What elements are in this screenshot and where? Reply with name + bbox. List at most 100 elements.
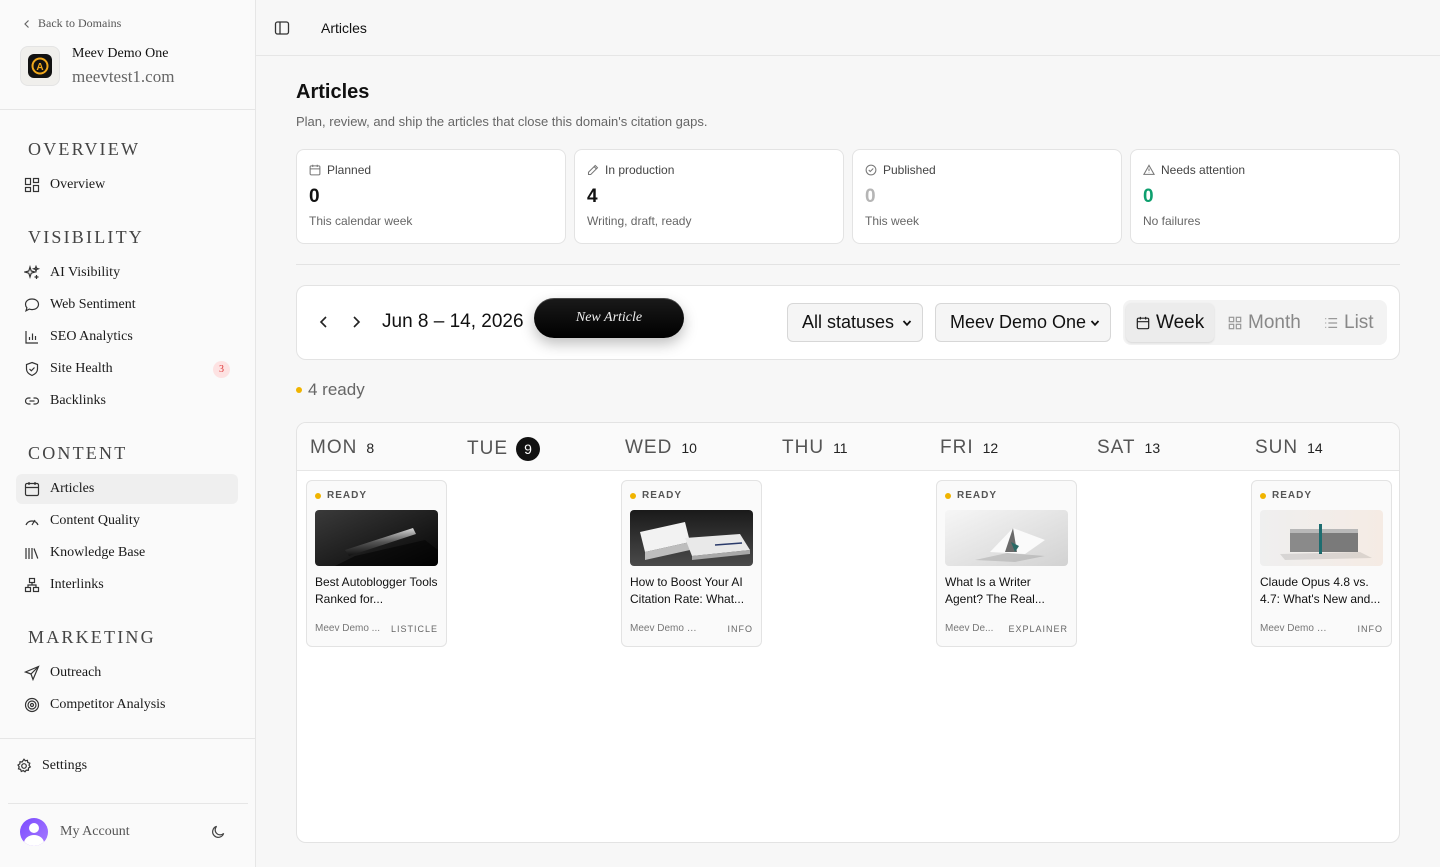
card-status: READY: [315, 490, 438, 501]
article-publisher: Meev Demo ...: [315, 623, 381, 634]
article-card[interactable]: READY Claude Opus 4.8 vs. 4.7: What's Ne…: [1251, 480, 1392, 647]
article-card[interactable]: READY What Is a Writer Agent? The Real..…: [936, 480, 1077, 647]
article-card[interactable]: READY How to Boost Your AI Citation Rate…: [621, 480, 762, 647]
gauge-icon: [25, 519, 39, 526]
chevron-down-icon: [1090, 319, 1100, 326]
stat-value: 0: [1143, 186, 1154, 207]
stat-value: 0: [865, 186, 876, 207]
stat-description: This calendar week: [309, 214, 413, 228]
new-article-button[interactable]: New Article: [534, 298, 684, 338]
stat-value: 4: [587, 186, 598, 207]
day-number-today: 9: [516, 437, 540, 461]
stat-card-planned: Planned 0 This calendar week: [296, 149, 566, 244]
dark-pen-image: [315, 510, 438, 566]
stat-description: This week: [865, 214, 920, 228]
paper-stack-image: [630, 510, 753, 566]
sidebar-item-backlinks[interactable]: Backlinks: [16, 386, 238, 416]
section-divider: [296, 264, 1400, 265]
article-thumbnail: [630, 510, 753, 566]
sidebar-item-overview[interactable]: Overview: [16, 170, 238, 200]
article-thumbnail: [945, 510, 1068, 566]
article-type: LISTICLE: [390, 623, 438, 634]
card-status-label: READY: [1272, 490, 1313, 501]
sidebar-item-label: Web Sentiment: [50, 297, 136, 312]
domain-filter-value: Meev Demo One: [950, 312, 1087, 332]
view-month-button[interactable]: Month: [1218, 303, 1311, 342]
day-number: 8: [366, 440, 375, 456]
article-title: What Is a Writer Agent? The Real...: [945, 575, 1045, 606]
day-header-tue: TUE 9: [467, 437, 540, 461]
my-account-button[interactable]: My Account: [20, 818, 130, 846]
moon-icon[interactable]: [211, 824, 226, 839]
link-icon: [24, 397, 40, 405]
day-header-thu: THU 11: [782, 437, 848, 459]
chevron-left-icon[interactable]: [316, 314, 332, 330]
article-card[interactable]: READY Best Autoblogger Tools Ranked for.…: [306, 480, 447, 647]
card-status: READY: [630, 490, 753, 501]
library-icon: [25, 548, 39, 559]
sidebar-item-label: Competitor Analysis: [50, 697, 166, 712]
sidebar-item-web-sentiment[interactable]: Web Sentiment: [16, 290, 238, 320]
status-dot: [1260, 492, 1266, 499]
sidebar-item-site-health[interactable]: Site Health 3: [16, 354, 238, 384]
sidebar-item-content-quality[interactable]: Content Quality: [16, 506, 238, 536]
topbar: Articles: [256, 0, 1440, 56]
day-number: 11: [833, 440, 848, 456]
view-list-button[interactable]: List: [1314, 303, 1384, 342]
page-title: Articles: [296, 81, 370, 103]
sidebar-item-label: Articles: [50, 481, 95, 496]
card-status-label: READY: [327, 490, 368, 501]
status-filter-select[interactable]: All statuses: [787, 303, 923, 342]
sidebar-item-knowledge-base[interactable]: Knowledge Base: [16, 538, 238, 568]
day-header-sat: SAT 13: [1097, 437, 1160, 459]
sidebar-item-competitor-analysis[interactable]: Competitor Analysis: [16, 690, 238, 720]
day-header-fri: FRI 12: [940, 437, 998, 459]
sidebar-item-settings[interactable]: Settings: [8, 751, 230, 781]
week-calendar: MON 8 TUE 9 WED 10 THU 11 FRI 12 SAT 13 …: [296, 422, 1400, 843]
shield-icon: [25, 361, 39, 377]
bar-chart-icon: [25, 331, 38, 344]
sidebar-toggle-icon[interactable]: [274, 20, 290, 36]
stat-label: Planned: [327, 163, 372, 177]
day-number: 14: [1307, 440, 1323, 456]
section-title-marketing: MARKETING: [28, 627, 156, 647]
article-publisher: Meev Demo One: [1260, 623, 1330, 634]
sidebar-item-label: SEO Analytics: [50, 329, 133, 344]
sidebar-item-interlinks[interactable]: Interlinks: [16, 570, 238, 600]
domain-card[interactable]: A Meev Demo One meevtest1.com: [20, 46, 174, 87]
stat-label: Published: [883, 163, 936, 177]
sidebar-item-label: AI Visibility: [50, 265, 121, 280]
calendar-icon: [309, 164, 321, 176]
sidebar-item-label: Content Quality: [50, 513, 140, 528]
sidebar-item-ai-visibility[interactable]: AI Visibility: [16, 258, 238, 288]
back-to-domains-link[interactable]: Back to Domains: [22, 16, 121, 31]
stat-card-published: Published 0 This week: [852, 149, 1122, 244]
date-range: Jun 8 – 14, 2026: [382, 311, 524, 332]
svg-text:A: A: [36, 62, 43, 73]
article-publisher: Meev Demo One: [630, 623, 700, 634]
page-subtitle: Plan, review, and ship the articles that…: [296, 114, 708, 129]
sidebar-item-outreach[interactable]: Outreach: [16, 658, 238, 688]
day-header-mon: MON 8: [310, 437, 374, 459]
network-icon: [24, 577, 40, 593]
sidebar-item-articles[interactable]: Articles: [16, 474, 238, 504]
domain-filter-select[interactable]: Meev Demo One: [935, 303, 1111, 342]
article-title: How to Boost Your AI Citation Rate: What…: [630, 575, 745, 606]
day-name: MON: [310, 437, 358, 458]
sidebar-divider: [8, 803, 248, 804]
grey-blocks-image: [1260, 510, 1383, 566]
view-week-button[interactable]: Week: [1126, 303, 1215, 342]
sidebar-divider: [0, 738, 255, 739]
article-title: Best Autoblogger Tools Ranked for...: [315, 575, 438, 606]
settings-label: Settings: [42, 758, 88, 773]
sidebar-item-label: Knowledge Base: [50, 545, 146, 560]
sidebar-item-seo-analytics[interactable]: SEO Analytics: [16, 322, 238, 352]
article-type: EXPLAINER: [1008, 623, 1068, 634]
ready-count-label: 4 ready: [308, 380, 365, 399]
site-health-badge: 3: [213, 361, 230, 378]
chevron-right-icon[interactable]: [348, 314, 364, 330]
day-header-sun: SUN 14: [1255, 437, 1323, 459]
stat-description: Writing, draft, ready: [587, 214, 692, 228]
stat-value: 0: [309, 186, 320, 207]
